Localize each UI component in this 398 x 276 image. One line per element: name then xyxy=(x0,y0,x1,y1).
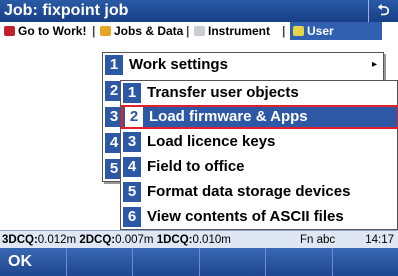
softkey-f5[interactable] xyxy=(266,248,333,276)
fn-indicator: Fn abc xyxy=(300,234,336,246)
close-icon[interactable]: ⮌ xyxy=(368,0,398,22)
menu-user[interactable]: User xyxy=(290,22,382,40)
go-to-work-icon xyxy=(4,26,15,36)
submenu-tools: 1 Transfer user objects 2 Load firmware … xyxy=(120,80,398,230)
instrument-icon xyxy=(194,26,205,36)
menu-item-label: Field to office xyxy=(147,158,245,175)
menu-item-number: 2 xyxy=(125,107,143,127)
menu-item-label: Load firmware & Apps xyxy=(149,108,308,125)
user-icon xyxy=(293,26,304,36)
menu-item-number: 4 xyxy=(123,157,141,177)
menu-item-label: View contents of ASCII files xyxy=(147,208,344,225)
menu-user-label: User xyxy=(307,24,334,38)
q3d-value: 0.012m xyxy=(37,234,77,246)
menu-item-field-to-office[interactable]: 4 Field to office xyxy=(121,155,398,179)
q1d-value: 0.010m xyxy=(192,234,231,246)
window-title: Job: fixpoint job xyxy=(4,2,129,19)
menu-separator: | xyxy=(92,24,96,38)
menu-item-load-firmware-apps[interactable]: 2 Load firmware & Apps xyxy=(121,105,398,129)
menu-item-number: 6 xyxy=(123,207,141,227)
menu-instrument[interactable]: Instrument xyxy=(194,22,270,40)
menu-separator: | xyxy=(186,24,190,38)
menu-item-number: 5 xyxy=(123,182,141,202)
q2d-value: 0.007m xyxy=(115,234,154,246)
status-bar: 3DCQ:0.012m 2DCQ:0.007m 1DCQ:0.010m Fn a… xyxy=(0,230,398,248)
menu-item-label: Load licence keys xyxy=(147,133,276,150)
softkey-f6[interactable] xyxy=(333,248,398,276)
menu-item-view-ascii-files[interactable]: 6 View contents of ASCII files xyxy=(121,205,398,229)
menu-go-to-work[interactable]: Go to Work! xyxy=(4,22,86,40)
menu-separator: | xyxy=(282,24,286,38)
softkey-f4[interactable] xyxy=(200,248,266,276)
menu-instrument-label: Instrument xyxy=(208,24,271,38)
menu-item-number: 3 xyxy=(123,132,141,152)
work-area: 1 Work settings ▸ 2 3 4 5 1 Transfer use… xyxy=(0,40,398,230)
menu-item-label: Transfer user objects xyxy=(147,84,299,101)
menu-jobs-data-label: Jobs & Data xyxy=(114,24,184,38)
title-bar: Job: fixpoint job ⮌ xyxy=(0,0,398,22)
q1d-label: 1DCQ: xyxy=(156,234,193,246)
menu-item-label: Work settings xyxy=(129,56,228,73)
q3d-label: 3DCQ: xyxy=(2,234,38,246)
ok-button[interactable]: OK xyxy=(0,248,67,276)
menu-jobs-data[interactable]: Jobs & Data xyxy=(100,22,183,40)
menu-item-number: 1 xyxy=(105,55,123,75)
menu-bar: Go to Work! | Jobs & Data | Instrument |… xyxy=(0,22,398,40)
softkey-f3[interactable] xyxy=(133,248,200,276)
menu-item-number: 1 xyxy=(123,83,141,103)
submenu-arrow-icon: ▸ xyxy=(371,59,377,70)
softkey-f2[interactable] xyxy=(67,248,133,276)
menu-item-format-data-storage[interactable]: 5 Format data storage devices xyxy=(121,180,398,204)
softkey-bar: OK xyxy=(0,248,398,276)
menu-item-load-licence-keys[interactable]: 3 Load licence keys xyxy=(121,130,398,154)
jobs-data-icon xyxy=(100,26,111,36)
menu-item-work-settings[interactable]: 1 Work settings ▸ xyxy=(103,53,383,77)
menu-item-transfer-user-objects[interactable]: 1 Transfer user objects xyxy=(121,81,398,105)
clock: 14:17 xyxy=(365,234,394,246)
q2d-label: 2DCQ: xyxy=(79,234,116,246)
menu-go-to-work-label: Go to Work! xyxy=(18,24,87,38)
menu-item-label: Format data storage devices xyxy=(147,183,351,200)
input-mode: abc xyxy=(316,234,336,246)
